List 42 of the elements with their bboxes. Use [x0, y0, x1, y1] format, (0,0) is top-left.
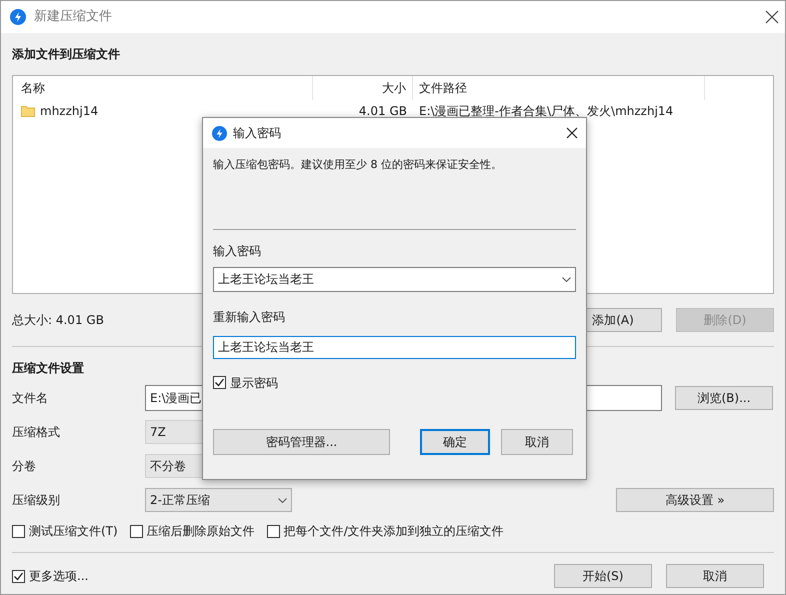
- field-label: 输入密码: [213, 242, 262, 258]
- column-header[interactable]: 文件路径: [413, 76, 705, 100]
- checkbox[interactable]: 把每个文件/文件夹添加到独立的压缩文件: [266, 522, 504, 540]
- column-header[interactable]: 大小: [313, 76, 413, 100]
- section-heading: 添加文件到压缩文件: [12, 46, 121, 63]
- cancel-button[interactable]: 取消: [666, 564, 764, 588]
- app-icon: [212, 126, 227, 140]
- dialog-message: 输入压缩包密码。建议使用至少 8 位的密码来保证安全性。: [213, 157, 503, 173]
- file-size: 4.01 GB: [358, 103, 408, 120]
- window-title: 新建压缩文件: [34, 8, 112, 26]
- close-icon[interactable]: [566, 127, 578, 139]
- confirm-password-field[interactable]: 上老王论坛当老王: [213, 336, 576, 358]
- password-manager-button[interactable]: 密码管理器...: [213, 428, 390, 454]
- column-header[interactable]: 名称: [13, 76, 313, 100]
- field-label: 重新输入密码: [213, 308, 286, 324]
- field-label: 压缩级别: [12, 492, 61, 509]
- cancel-button[interactable]: 取消: [501, 428, 573, 454]
- file-path: E:\漫画已整理-作者合集\尸体、发火\mhzzhj14: [418, 103, 674, 120]
- field-label: 分卷: [12, 458, 37, 475]
- field-label: 文件名: [12, 390, 49, 407]
- browse-button[interactable]: 浏览(B)...: [675, 386, 773, 410]
- password-combobox[interactable]: 上老王论坛当老王: [213, 266, 576, 292]
- start-button[interactable]: 开始(S): [554, 564, 652, 588]
- file-name[interactable]: mhzzhj14: [40, 102, 98, 120]
- checkbox[interactable]: 更多选项...: [12, 567, 554, 585]
- dialog-title: 输入密码: [233, 125, 281, 142]
- advanced-settings-button[interactable]: 高级设置 »: [616, 488, 774, 512]
- checkbox[interactable]: 压缩后删除原始文件: [130, 522, 255, 540]
- ok-button[interactable]: 确定: [420, 428, 490, 454]
- checkmark-icon: [214, 377, 225, 388]
- app-icon: [10, 9, 26, 25]
- level-dropdown[interactable]: 2-正常压缩: [145, 488, 292, 512]
- folder-icon: [21, 104, 35, 118]
- checkbox[interactable]: 测试压缩文件(T): [12, 522, 118, 540]
- chevron-down-icon: [562, 276, 571, 282]
- field-label: 压缩格式: [12, 424, 61, 441]
- section-heading: 压缩文件设置: [12, 360, 85, 377]
- checkmark-icon: [13, 570, 24, 582]
- checkbox[interactable]: 显示密码: [213, 374, 576, 392]
- total-size: 总大小: 4.01 GB: [12, 312, 104, 329]
- chevron-down-icon: [278, 498, 287, 502]
- close-icon[interactable]: [765, 10, 779, 24]
